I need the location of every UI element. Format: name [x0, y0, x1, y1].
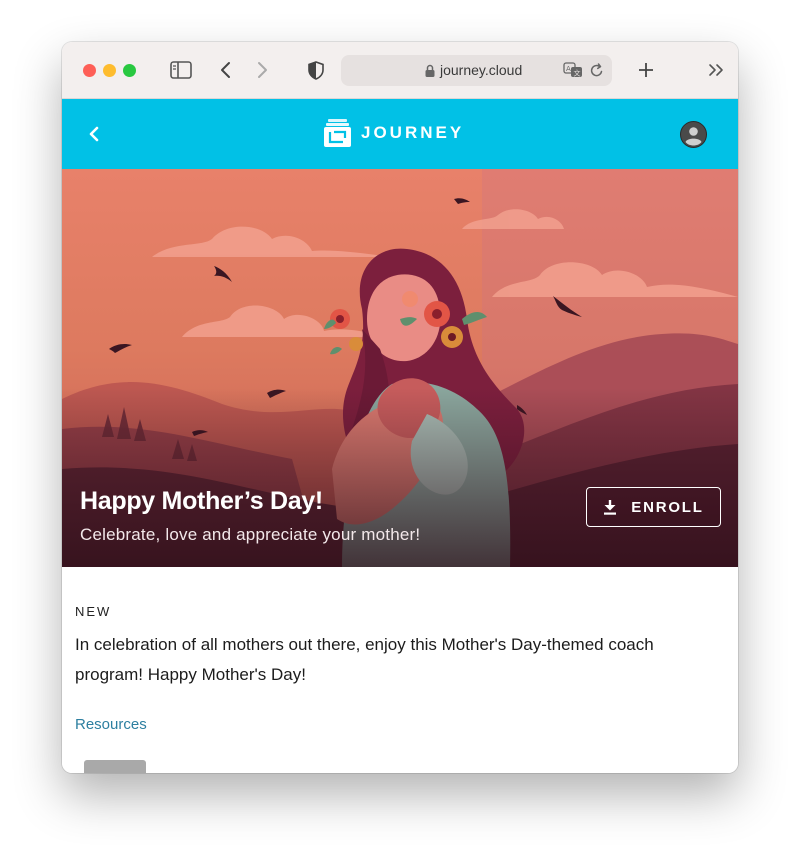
browser-back-icon[interactable]: [214, 57, 236, 83]
url-text: journey.cloud: [440, 62, 523, 78]
enroll-label: ENROLL: [631, 498, 704, 516]
translate-icon[interactable]: 文 A: [563, 62, 583, 78]
status-badge: NEW: [75, 604, 112, 619]
browser-forward-icon[interactable]: [252, 57, 274, 83]
hero-banner: Happy Mother’s Day! Celebrate, love and …: [62, 169, 738, 567]
brand-name: JOURNEY: [361, 123, 465, 142]
new-tab-icon[interactable]: [634, 57, 658, 83]
minimize-window-button[interactable]: [103, 64, 116, 77]
lock-icon: [425, 64, 435, 77]
reload-icon[interactable]: [590, 63, 604, 78]
more-tabs-icon[interactable]: [704, 57, 728, 83]
hero-subtitle: Celebrate, love and appreciate your moth…: [80, 525, 421, 544]
brand[interactable]: JOURNEY: [324, 119, 464, 147]
user-avatar-icon[interactable]: [680, 121, 707, 148]
close-window-button[interactable]: [83, 64, 96, 77]
sidebar-icon[interactable]: [169, 57, 193, 83]
resource-thumbnail[interactable]: [84, 760, 146, 773]
svg-text:文: 文: [574, 69, 581, 78]
enroll-button[interactable]: ENROLL: [586, 487, 721, 527]
download-icon: [604, 500, 617, 515]
program-details: NEW In celebration of all mothers out th…: [62, 567, 738, 773]
browser-toolbar: journey.cloud 文 A: [62, 42, 738, 99]
app-header: JOURNEY: [62, 99, 738, 169]
svg-text:A: A: [566, 65, 571, 73]
address-bar[interactable]: journey.cloud 文 A: [341, 55, 612, 86]
chevron-left-icon[interactable]: [84, 122, 104, 146]
resources-link[interactable]: Resources: [75, 716, 147, 733]
journey-logo-icon: [324, 119, 351, 147]
zoom-window-button[interactable]: [123, 64, 136, 77]
browser-window: journey.cloud 文 A JOURNEY Happy Mother’s…: [62, 42, 738, 773]
privacy-shield-icon[interactable]: [305, 57, 327, 83]
hero-title: Happy Mother’s Day!: [80, 487, 323, 515]
program-description: In celebration of all mothers out there,…: [75, 635, 654, 684]
